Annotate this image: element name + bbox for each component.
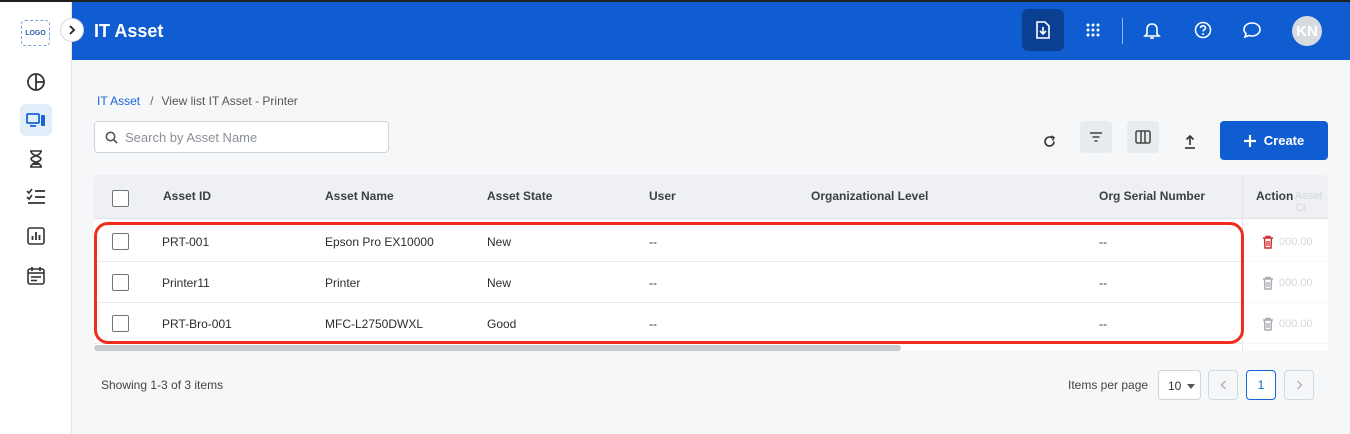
cell-user: --	[649, 235, 657, 249]
sidebar-item-it-asset[interactable]	[20, 104, 52, 136]
column-header-org-level[interactable]: Organizational Level	[811, 189, 928, 203]
cell-asset-state: Good	[487, 317, 517, 331]
cell-user: --	[649, 317, 657, 331]
filter-button[interactable]	[1080, 121, 1112, 153]
items-per-page-select[interactable]: 10	[1158, 370, 1201, 400]
breadcrumb-current: View list IT Asset - Printer	[161, 94, 298, 108]
horizontal-scrollbar[interactable]	[94, 345, 901, 351]
header-divider	[1122, 18, 1123, 44]
row-checkbox[interactable]	[112, 315, 129, 332]
prev-page-button[interactable]	[1208, 370, 1238, 400]
notifications-button[interactable]	[1131, 9, 1173, 51]
cell-org-serial: --	[1099, 317, 1107, 331]
select-all-checkbox[interactable]	[112, 190, 129, 207]
help-button[interactable]	[1182, 9, 1224, 51]
refresh-button[interactable]	[1033, 125, 1065, 157]
cell-asset-state: New	[487, 276, 512, 290]
chat-icon	[1243, 22, 1261, 39]
cell-org-serial: --	[1099, 276, 1107, 290]
items-per-page-label: Items per page	[1068, 378, 1149, 392]
cell-asset-state: New	[487, 235, 512, 249]
calendar-icon	[27, 266, 45, 285]
chevron-right-icon	[69, 25, 76, 35]
chevron-right-icon	[1296, 380, 1303, 390]
column-header-asset-state[interactable]: Asset State	[487, 189, 552, 203]
cell-asset-name: Epson Pro EX10000	[325, 235, 434, 249]
download-button[interactable]	[1022, 9, 1064, 51]
sidebar-expand-button[interactable]	[60, 18, 84, 42]
ghost-header-text: Asset Cl	[1295, 190, 1323, 214]
pagination-summary: Showing 1-3 of 3 items	[101, 378, 224, 392]
columns-button[interactable]	[1127, 121, 1159, 153]
create-button[interactable]: Create	[1220, 121, 1328, 160]
sidebar-item-dashboard[interactable]	[20, 66, 52, 98]
devices-icon	[26, 113, 45, 127]
cell-asset-name: MFC-L2750DWXL	[325, 317, 424, 331]
search-input[interactable]	[125, 122, 380, 152]
help-icon	[1194, 21, 1212, 39]
top-header: IT Asset KN	[72, 2, 1350, 60]
app-title: IT Asset	[94, 21, 164, 41]
apps-grid-icon	[1086, 23, 1100, 37]
sidebar: LOGO	[0, 2, 72, 434]
create-button-label: Create	[1263, 133, 1305, 148]
columns-icon	[1135, 130, 1151, 144]
row-checkbox[interactable]	[112, 233, 129, 250]
avatar[interactable]: KN	[1292, 16, 1322, 46]
asset-table: Asset ID Asset Name Asset State User Org…	[94, 175, 1328, 351]
bell-icon	[1143, 22, 1161, 39]
table-header: Asset ID Asset Name Asset State User Org…	[94, 175, 1328, 219]
plus-icon	[1243, 134, 1256, 147]
bar-chart-icon	[27, 227, 45, 245]
logo-text: LOGO	[25, 29, 46, 37]
breadcrumb-root-link[interactable]: IT Asset	[97, 94, 140, 108]
search-icon	[105, 131, 118, 144]
hourglass-icon	[30, 150, 42, 168]
delete-icon[interactable]	[1262, 317, 1274, 331]
checklist-icon	[26, 188, 45, 204]
sidebar-item-reports[interactable]	[20, 220, 52, 252]
chevron-left-icon	[1219, 380, 1226, 390]
delete-icon[interactable]	[1262, 276, 1274, 290]
ghost-cell-text: 000.00	[1279, 236, 1313, 248]
cell-asset-id: PRT-001	[162, 235, 210, 249]
ghost-cell-text: 000.00	[1279, 318, 1313, 330]
cell-asset-name: Printer	[325, 276, 361, 290]
cell-user: --	[649, 276, 657, 290]
table-row[interactable]: PRT-001 Epson Pro EX10000 New -- --	[94, 222, 1328, 262]
column-header-user[interactable]: User	[649, 189, 676, 203]
column-header-org-serial[interactable]: Org Serial Number	[1099, 189, 1205, 203]
cell-org-serial: --	[1099, 235, 1107, 249]
delete-icon[interactable]	[1262, 235, 1274, 249]
cell-asset-id: Printer11	[162, 276, 210, 290]
sidebar-item-pending[interactable]	[20, 143, 52, 175]
breadcrumb-separator: /	[150, 94, 154, 108]
row-checkbox[interactable]	[112, 274, 129, 291]
page-button-current[interactable]: 1	[1246, 370, 1276, 400]
table-row[interactable]: Printer11 Printer New -- --	[94, 263, 1328, 303]
table-row[interactable]: PRT-Bro-001 MFC-L2750DWXL Good -- --	[94, 304, 1328, 344]
sidebar-item-calendar[interactable]	[20, 259, 52, 291]
column-header-action: Action	[1256, 189, 1294, 203]
ghost-cell-text: 000.00	[1279, 277, 1313, 289]
next-page-button[interactable]	[1284, 370, 1314, 400]
cell-asset-id: PRT-Bro-001	[162, 317, 232, 331]
search-box	[94, 121, 389, 153]
export-button[interactable]	[1174, 125, 1206, 157]
chevron-down-icon	[1187, 384, 1195, 389]
column-header-asset-name[interactable]: Asset Name	[325, 189, 394, 203]
sidebar-item-checklist[interactable]	[20, 181, 52, 213]
upload-icon	[1185, 134, 1195, 149]
download-icon	[1036, 21, 1050, 39]
column-header-asset-id[interactable]: Asset ID	[163, 189, 211, 203]
breadcrumb: IT Asset / View list IT Asset - Printer	[97, 94, 298, 108]
filter-icon	[1090, 132, 1102, 142]
app-logo[interactable]: LOGO	[21, 20, 50, 46]
items-per-page-value: 10	[1168, 379, 1182, 393]
apps-button[interactable]	[1072, 9, 1114, 51]
action-column: Action Asset Cl 000.00 000.00 000.00	[1242, 175, 1328, 351]
refresh-icon	[1043, 134, 1055, 147]
pie-chart-icon	[27, 73, 45, 91]
chat-button[interactable]	[1231, 9, 1273, 51]
